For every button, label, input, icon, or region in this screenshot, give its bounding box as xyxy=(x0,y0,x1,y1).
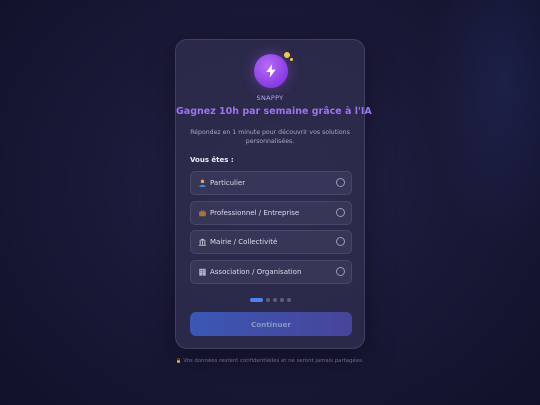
lock-icon xyxy=(177,358,181,363)
person-icon xyxy=(199,179,206,187)
continue-button[interactable]: Continuer xyxy=(190,312,352,336)
privacy-note: Vos données restent confidentielles et n… xyxy=(0,358,540,364)
progress-dots xyxy=(250,298,291,302)
option-label: Mairie / Collectivité xyxy=(210,238,278,246)
onboarding-card: SNAPPY Gagnez 10h par semaine grâce à l'… xyxy=(175,39,372,349)
progress-dot xyxy=(280,298,284,302)
radio-button[interactable] xyxy=(336,237,345,246)
radio-button[interactable] xyxy=(336,207,345,217)
option-particulier[interactable]: Particulier xyxy=(190,171,352,195)
radio-button[interactable] xyxy=(336,178,345,187)
progress-dot-active xyxy=(250,298,263,302)
option-mairie[interactable]: Mairie / Collectivité xyxy=(190,230,352,254)
option-label: Professionnel / Entreprise xyxy=(210,208,300,217)
radio-button[interactable] xyxy=(336,266,345,276)
option-label: Association / Organisation xyxy=(210,267,302,276)
briefcase-icon xyxy=(199,209,206,216)
option-professionnel[interactable]: Professionnel / Entreprise xyxy=(190,200,352,225)
progress-dot xyxy=(266,298,270,302)
background-glow xyxy=(360,0,540,405)
bolt-icon xyxy=(266,64,276,78)
progress-dot xyxy=(273,298,277,302)
sparkle-icon xyxy=(284,52,290,58)
question-label: Vous êtes : xyxy=(190,156,234,164)
page-title: Gagnez 10h par semaine grâce à l'IA xyxy=(176,106,372,117)
progress-dot xyxy=(287,298,291,302)
sparkle-small-icon xyxy=(290,58,293,61)
option-label: Particulier xyxy=(210,179,246,187)
brand-name: SNAPPY xyxy=(256,94,284,102)
option-association[interactable]: Association / Organisation xyxy=(190,259,352,284)
page-subtitle: Répondez en 1 minute pour découvrir vos … xyxy=(190,129,350,145)
government-building-icon xyxy=(198,238,207,246)
privacy-text: Vos données restent confidentielles et n… xyxy=(183,358,364,364)
office-building-icon xyxy=(199,268,206,276)
brand-logo xyxy=(254,54,288,88)
options-list: Particulier Professionnel / Entreprise M… xyxy=(190,171,352,289)
